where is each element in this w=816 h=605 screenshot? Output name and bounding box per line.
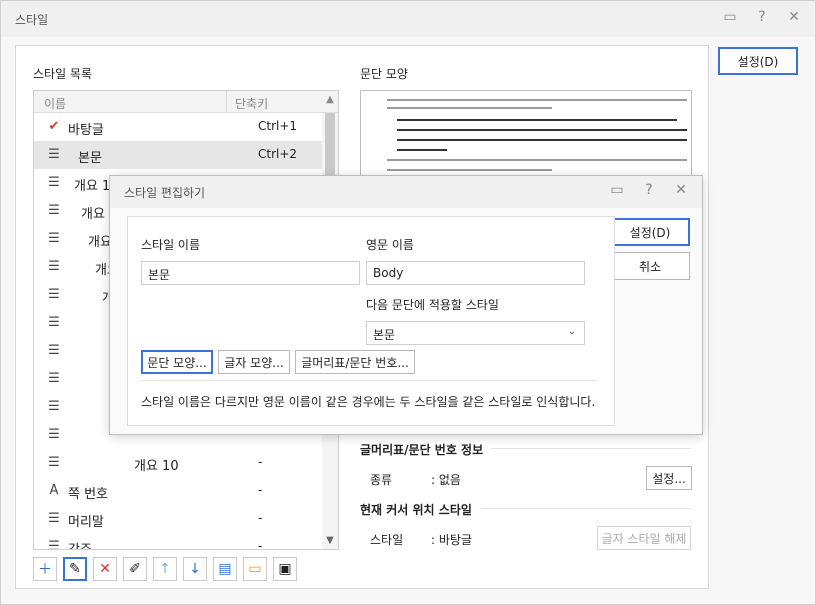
paragraph-icon: ☰ xyxy=(48,315,60,330)
help-icon[interactable]: ? xyxy=(753,9,771,25)
comment-icon[interactable]: ▭ xyxy=(608,182,626,198)
next-style-label: 다음 문단에 적용할 스타일 xyxy=(366,298,499,312)
style-toolbar: ＋ ✎ ✕ ✐ ↑ ↓ ▤ ▭ ▣ xyxy=(33,557,297,581)
move-down-icon[interactable]: ↓ xyxy=(183,557,207,581)
chevron-down-icon: ⌄ xyxy=(567,326,576,337)
ok-button[interactable]: 설정(D) xyxy=(718,47,798,75)
paragraph-icon: ☰ xyxy=(48,511,60,526)
paragraph-icon: ☰ xyxy=(48,427,60,442)
edit-cancel-button[interactable]: 취소 xyxy=(610,252,690,280)
numbering-settings-button[interactable]: 설정... xyxy=(646,466,692,490)
paragraph-icon: ☰ xyxy=(48,539,60,550)
list-item-name: 개요 1 xyxy=(74,179,111,194)
paragraph-icon: ☰ xyxy=(48,371,60,386)
style-dialog: 스타일 ▭ ? ✕ 설정(D) 스타일 목록 문단 모양 이름 단축키 ▲ ✔ 바… xyxy=(0,0,816,605)
eng-name-input[interactable]: Body xyxy=(366,261,585,285)
close-icon[interactable]: ✕ xyxy=(672,182,690,198)
paragraph-icon: ☰ xyxy=(48,259,60,274)
col-shortcut[interactable]: 단축키 xyxy=(226,91,276,113)
help-icon[interactable]: ? xyxy=(640,182,658,198)
list-item-shortcut: Ctrl+1 xyxy=(258,119,298,133)
open-icon[interactable]: ▭ xyxy=(243,557,267,581)
list-item[interactable]: ☰ 각주 - xyxy=(34,533,324,550)
list-item[interactable]: A 쪽 번호 - xyxy=(34,477,324,505)
next-style-value: 본문 xyxy=(373,328,396,342)
comment-icon[interactable]: ▭ xyxy=(721,9,739,25)
bullet-numbering-button[interactable]: 글머리표/문단 번호... xyxy=(295,350,415,374)
window-title: 스타일 xyxy=(15,13,49,27)
title-bar: 스타일 ▭ ? ✕ xyxy=(1,1,815,37)
style-name-input[interactable]: 본문 xyxy=(141,261,360,285)
move-up-icon[interactable]: ↑ xyxy=(153,557,177,581)
release-char-style-button[interactable]: 글자 스타일 해제 xyxy=(597,526,691,550)
paragraph-icon: ☰ xyxy=(48,287,60,302)
list-item-shortcut: - xyxy=(258,483,263,497)
kind-value: : 없음 xyxy=(431,473,461,487)
list-item-name: 쪽 번호 xyxy=(68,487,109,502)
eng-name-label: 영문 이름 xyxy=(366,238,414,252)
char-style-icon: A xyxy=(49,483,59,498)
paragraph-icon: ☰ xyxy=(48,175,60,190)
close-icon[interactable]: ✕ xyxy=(785,9,803,25)
list-item-shortcut: - xyxy=(258,455,263,469)
style-name-label: 스타일 이름 xyxy=(141,238,201,252)
char-shape-button[interactable]: 글자 모양... xyxy=(218,350,290,374)
import-icon[interactable]: ▤ xyxy=(213,557,237,581)
paragraph-icon: ☰ xyxy=(48,343,60,358)
cursor-style-value: : 바탕글 xyxy=(431,533,472,547)
add-icon[interactable]: ＋ xyxy=(33,557,57,581)
paragraph-preview xyxy=(360,90,692,176)
list-item[interactable]: ☰ 머리말 - xyxy=(34,505,324,533)
kind-label: 종류 xyxy=(370,473,393,487)
numbering-info-title: 글머리표/문단 번호 정보 xyxy=(360,443,484,457)
list-item-shortcut: - xyxy=(258,511,263,525)
list-item-name: 개요 10 xyxy=(134,459,179,474)
edit-dialog-panel: 스타일 이름 본문 영문 이름 Body 다음 문단에 적용할 스타일 본문 ⌄… xyxy=(127,216,615,426)
list-item[interactable]: ☰ 본문 Ctrl+2 xyxy=(34,141,324,169)
rename-icon[interactable]: ✐ xyxy=(123,557,147,581)
edit-ok-button[interactable]: 설정(D) xyxy=(610,218,690,246)
preview-title: 문단 모양 xyxy=(360,67,408,81)
paragraph-shape-button[interactable]: 문단 모양... xyxy=(141,350,213,374)
edit-dialog-title: 스타일 편집하기 xyxy=(124,186,206,200)
paragraph-icon: ☰ xyxy=(48,399,60,414)
list-item-shortcut: - xyxy=(258,539,263,550)
cursor-style-title: 현재 커서 위치 스타일 xyxy=(360,503,472,517)
paragraph-icon: ☰ xyxy=(48,455,60,470)
col-name[interactable]: 이름 xyxy=(44,95,66,112)
paragraph-icon: ☰ xyxy=(48,203,60,218)
list-item-name: 머리말 xyxy=(68,515,104,530)
scroll-down-icon[interactable]: ▼ xyxy=(322,535,338,549)
list-item-name: 본문 xyxy=(78,151,102,166)
next-style-select[interactable]: 본문 ⌄ xyxy=(366,321,585,345)
edit-style-dialog: 스타일 편집하기 ▭ ? ✕ 설정(D) 취소 스타일 이름 본문 영문 이름 … xyxy=(109,175,703,435)
style-list-title: 스타일 목록 xyxy=(33,67,93,81)
list-item[interactable]: ✔ 바탕글 Ctrl+1 xyxy=(34,113,324,141)
list-item-name: 각주 xyxy=(68,539,92,549)
paragraph-icon: ☰ xyxy=(48,231,60,246)
edit-icon[interactable]: ✎ xyxy=(63,557,87,581)
scroll-up-icon[interactable]: ▲ xyxy=(322,91,338,113)
list-item-name: 바탕글 xyxy=(68,123,104,138)
list-header: 이름 단축키 ▲ xyxy=(34,91,338,113)
list-item[interactable]: ☰ 개요 10 - xyxy=(34,449,324,477)
cursor-style-label: 스타일 xyxy=(370,533,404,547)
check-icon: ✔ xyxy=(48,119,60,134)
delete-icon[interactable]: ✕ xyxy=(93,557,117,581)
save-icon[interactable]: ▣ xyxy=(273,557,297,581)
paragraph-icon: ☰ xyxy=(48,147,60,162)
list-item-shortcut: Ctrl+2 xyxy=(258,147,298,161)
edit-dialog-title-bar: 스타일 편집하기 ▭ ? ✕ xyxy=(110,176,702,208)
style-note: 스타일 이름은 다르지만 영문 이름이 같은 경우에는 두 스타일을 같은 스타… xyxy=(141,395,596,409)
